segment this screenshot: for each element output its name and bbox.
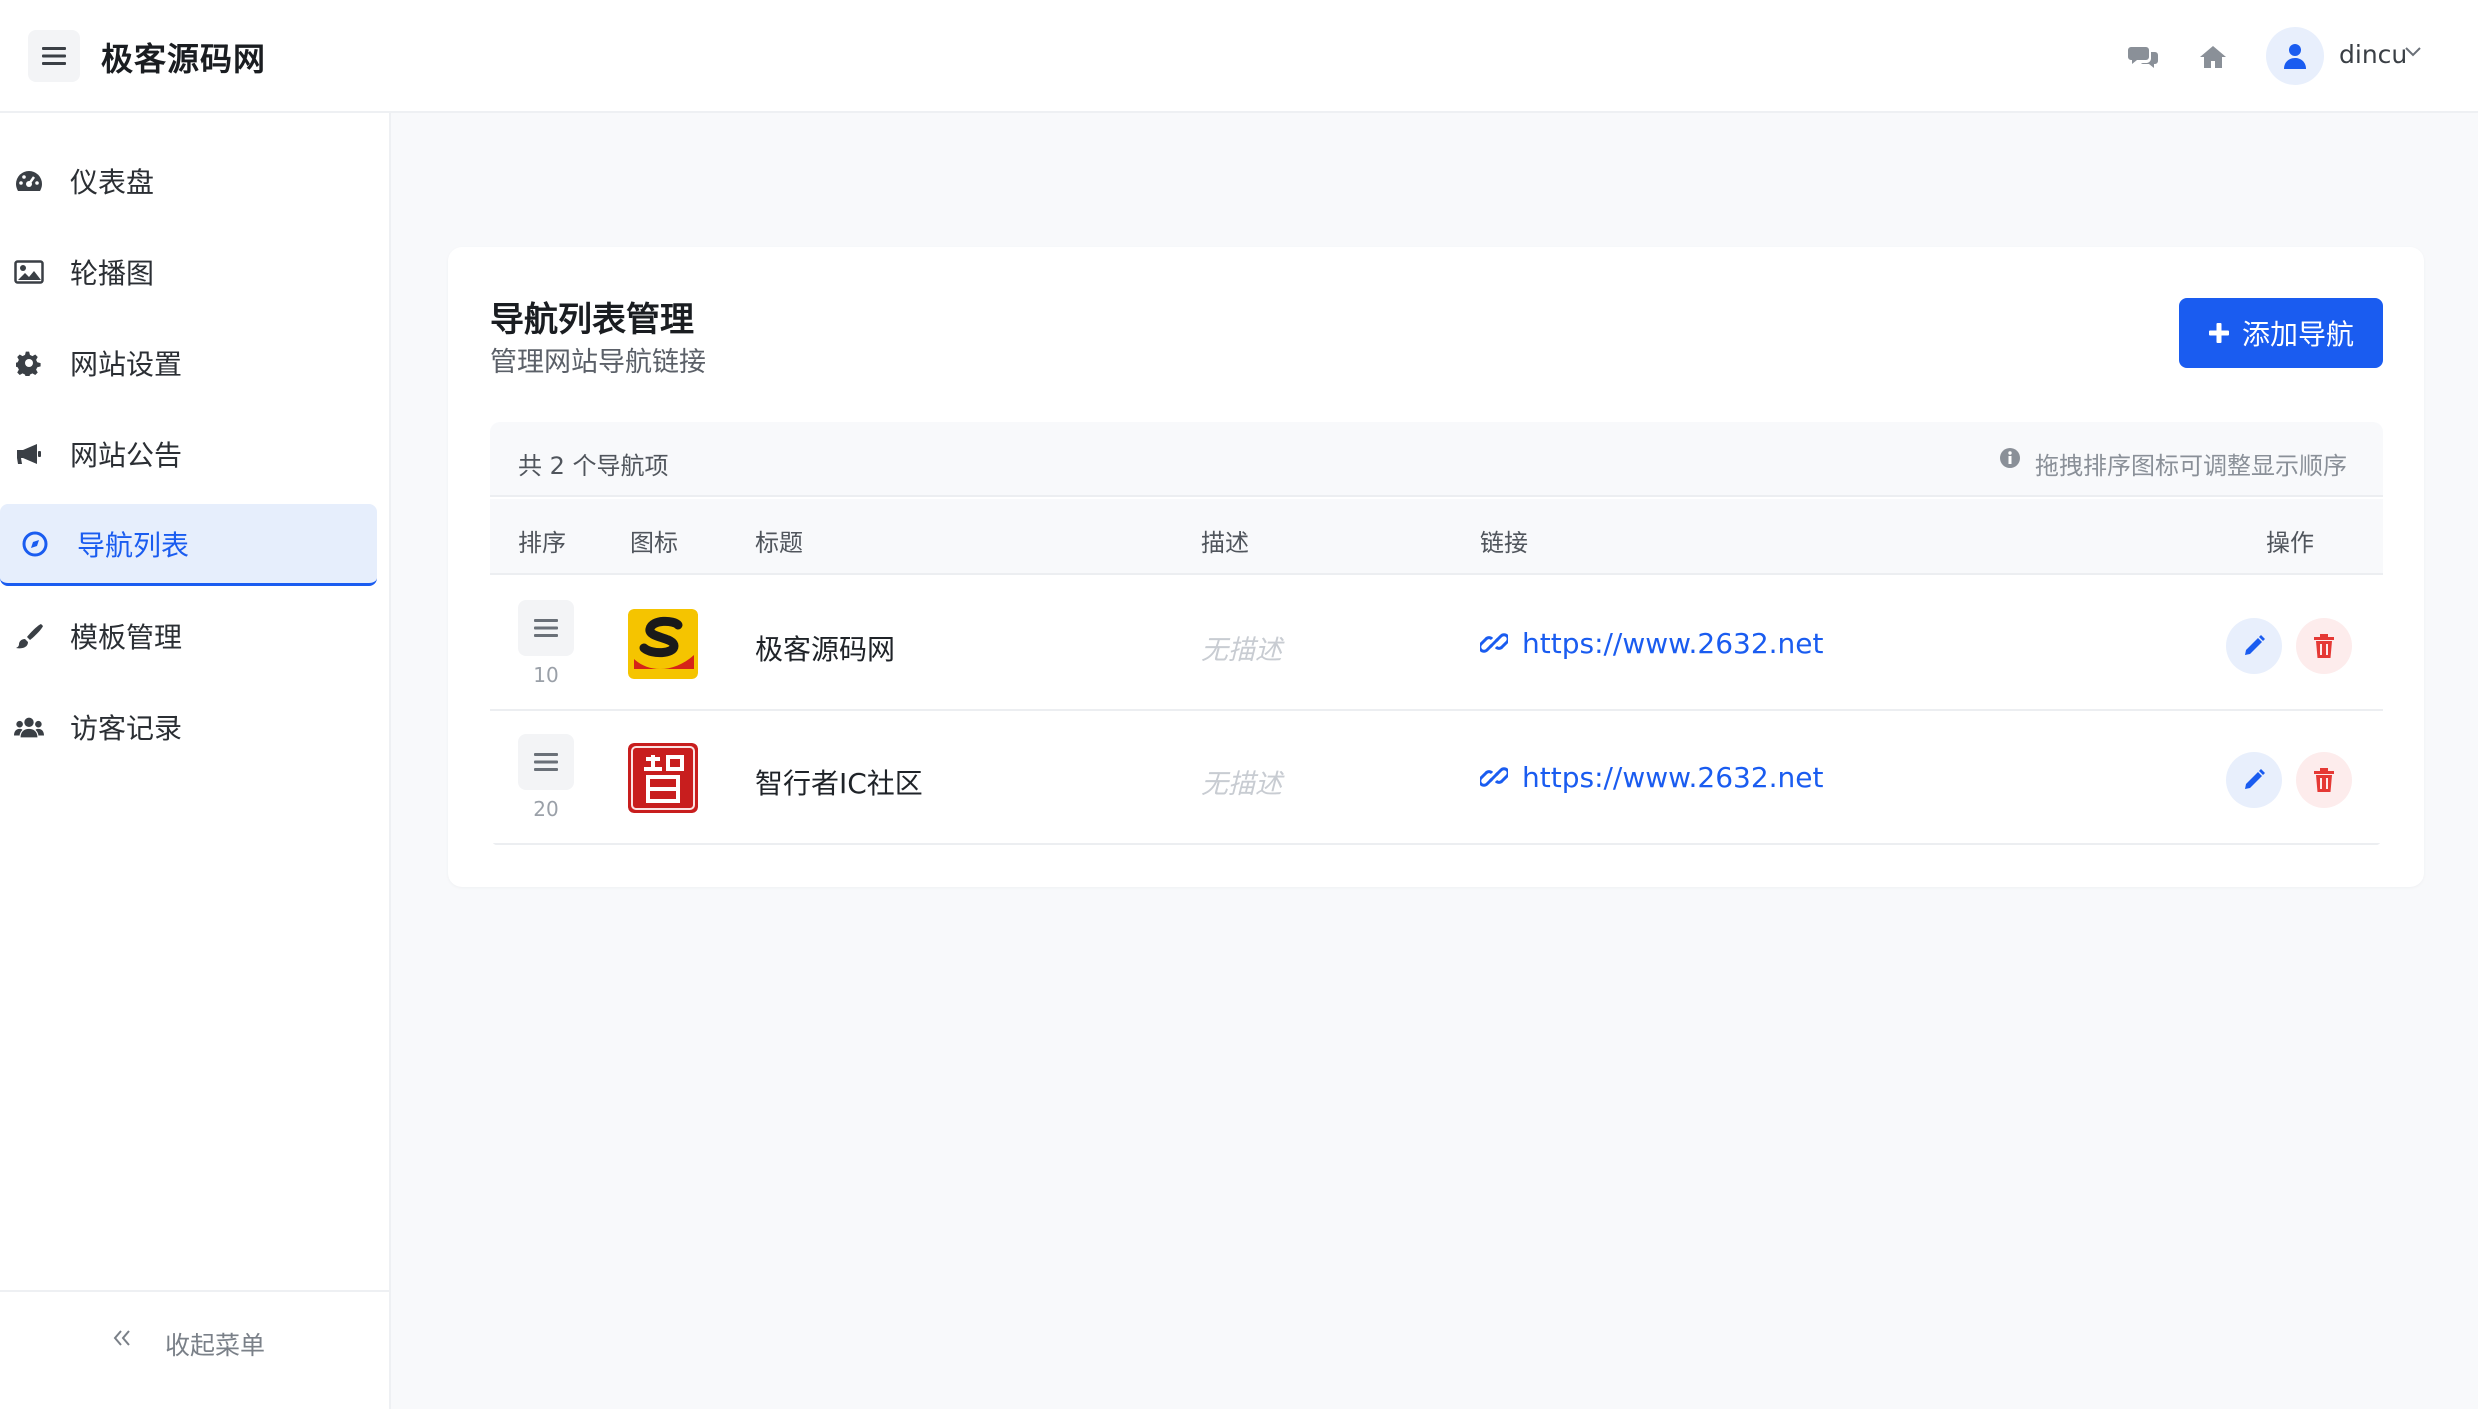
user-icon (2284, 44, 2306, 69)
sidebar-item-label: 网站设置 (70, 348, 183, 381)
pencil-icon (2245, 769, 2265, 789)
sidebar-item-announcements[interactable]: 网站公告 (0, 413, 377, 495)
delete-button[interactable] (2296, 618, 2352, 674)
drag-bars-icon (534, 619, 558, 637)
row-link[interactable]: https://www.2632.net (1522, 761, 1824, 794)
home-icon[interactable] (2196, 40, 2230, 74)
link-icon (1480, 633, 1508, 653)
table-summary: 共 2 个导航项 拖拽排序图标可调整显示顺序 (490, 422, 2383, 497)
nav-management-card: 导航列表管理 管理网站导航链接 添加导航 共 2 个导航项 拖拽排序图标可调整显… (448, 247, 2424, 887)
pencil-icon (2245, 635, 2265, 655)
sidebar-item-settings[interactable]: 网站设置 (0, 322, 377, 404)
site-title: 极客源码网 (101, 40, 267, 78)
megaphone-icon (14, 439, 44, 469)
edit-button[interactable] (2226, 618, 2282, 674)
row-link[interactable]: https://www.2632.net (1522, 627, 1824, 660)
row-title: 极客源码网 (755, 633, 896, 666)
row-description: 无描述 (1201, 635, 1282, 666)
sidebar-item-nav-list[interactable]: 导航列表 (0, 504, 377, 586)
column-header: 图标 (630, 529, 678, 557)
row-description: 无描述 (1201, 769, 1282, 800)
table-row: 20 智行者IC社区 无描述 https://www.2632.net (490, 711, 2383, 845)
drag-bars-icon (534, 753, 558, 771)
sidebar-item-label: 访客记录 (70, 712, 183, 745)
zhi-seal-logo-icon (628, 743, 698, 813)
geek-source-logo-icon (628, 609, 698, 679)
gear-icon (14, 348, 44, 378)
page-subtitle: 管理网站导航链接 (490, 347, 706, 378)
add-nav-button[interactable]: 添加导航 (2179, 298, 2383, 368)
add-nav-label: 添加导航 (2241, 318, 2354, 351)
sidebar-item-label: 网站公告 (70, 439, 183, 472)
column-header: 标题 (755, 529, 803, 557)
nav-table: 共 2 个导航项 拖拽排序图标可调整显示顺序 排序 图标 标题 描述 链接 操作 (490, 422, 2383, 846)
chevron-down-icon[interactable] (2404, 46, 2422, 58)
drag-handle[interactable] (518, 734, 574, 790)
drag-hint: 拖拽排序图标可调整显示顺序 (2035, 452, 2347, 480)
table-row: 10 极客源码网 无描述 https://www.2632.net (490, 577, 2383, 711)
column-header: 排序 (518, 529, 566, 557)
item-count: 共 2 个导航项 (518, 452, 669, 480)
site-logo (628, 609, 698, 679)
top-header: 极客源码网 dincu (0, 0, 2478, 113)
trash-icon (2314, 634, 2334, 658)
trash-icon (2314, 768, 2334, 792)
sidebar-item-templates[interactable]: 模板管理 (0, 595, 377, 677)
table-header: 排序 图标 标题 描述 链接 操作 (490, 499, 2383, 575)
sidebar-item-label: 仪表盘 (70, 166, 155, 199)
sidebar-item-dashboard[interactable]: 仪表盘 (0, 140, 377, 222)
sidebar-item-label: 轮播图 (70, 257, 155, 290)
column-header: 链接 (1480, 529, 1528, 557)
plus-icon (2208, 323, 2229, 343)
sidebar-item-carousel[interactable]: 轮播图 (0, 231, 377, 313)
sidebar-item-label: 导航列表 (77, 528, 190, 562)
hamburger-icon (42, 47, 66, 65)
drag-handle[interactable] (518, 600, 574, 656)
delete-button[interactable] (2296, 752, 2352, 808)
collapse-menu-button[interactable]: 收起菜单 (0, 1290, 389, 1409)
chat-icon[interactable] (2126, 40, 2160, 74)
column-header: 操作 (2266, 529, 2314, 557)
sidebar-item-label: 模板管理 (70, 621, 183, 654)
double-chevron-left-icon (113, 1330, 130, 1346)
info-icon (2000, 448, 2020, 468)
sidebar-item-visitors[interactable]: 访客记录 (0, 686, 377, 768)
compass-icon (20, 529, 50, 559)
avatar[interactable] (2266, 27, 2324, 85)
brush-icon (14, 621, 44, 651)
collapse-menu-label: 收起菜单 (165, 1331, 266, 1360)
sidebar: 仪表盘 轮播图 网站设置 网站公告 导航列表 模板管理 访客记录 收起菜单 (0, 113, 391, 1409)
site-logo (628, 743, 698, 813)
link-icon (1480, 767, 1508, 787)
user-name[interactable]: dincu (2339, 40, 2407, 69)
dashboard-icon (14, 166, 44, 196)
sort-order: 10 (533, 663, 559, 687)
image-icon (14, 257, 44, 287)
users-icon (14, 712, 44, 742)
edit-button[interactable] (2226, 752, 2282, 808)
menu-toggle-button[interactable] (28, 30, 80, 82)
column-header: 描述 (1201, 529, 1249, 557)
page-title: 导航列表管理 (490, 300, 694, 340)
row-title: 智行者IC社区 (755, 767, 923, 800)
sort-order: 20 (533, 797, 559, 821)
